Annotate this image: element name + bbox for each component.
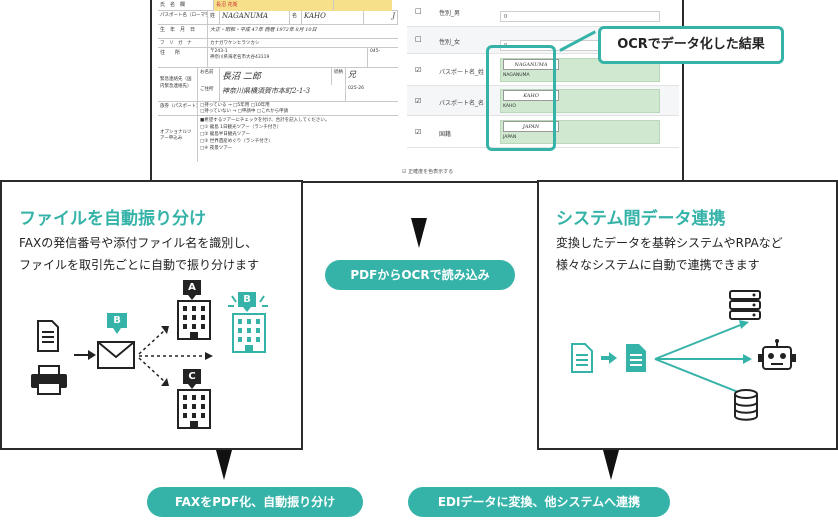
options-header: ■希望するツアーにチェックを付け、合計を記入してください。: [200, 118, 330, 123]
form-label: 緊急連絡先（国内緊急連絡先）: [158, 68, 198, 101]
document-icon: [37, 320, 59, 352]
field-name: パスポート名_名: [439, 100, 485, 107]
field-name: 性別_女: [439, 39, 461, 46]
form-label: お名前: [198, 68, 220, 85]
connector-lines: [654, 320, 752, 398]
building-badge-a: A: [183, 280, 201, 295]
card-desc-line: ファイルを取引先ごとに自動で振り分けます: [19, 258, 260, 272]
down-arrow-right: [603, 450, 619, 480]
card-desc-line: FAXの発信番号や添付ファイル名を識別し、: [19, 236, 258, 250]
form-label: パスポート名（ローマ字）: [158, 11, 208, 24]
tour-item: □② 龍島半日観光ツアー: [200, 132, 250, 137]
document-icon: [571, 343, 593, 373]
arrow-right-icon: [74, 350, 96, 360]
row-checkbox[interactable]: ☑: [415, 97, 421, 105]
form-row-options: オプショナルツアー申込み ■希望するツアーにチェックを付け、合計を記入してくださ…: [158, 116, 398, 162]
data-file-icon: [626, 344, 646, 372]
building-icon: [177, 300, 211, 340]
result-row: □ 性別_男 0: [407, 0, 679, 27]
form-row-passport-status: 旅券（パスポート） □持っている → □5年用 □10年用 □持っていない → …: [158, 102, 398, 116]
form-label: 続柄: [332, 68, 346, 85]
ocr-result-highlight: [486, 45, 556, 151]
tour-item: □③ 世界遺産めぐり（ランチ付き）: [200, 139, 273, 144]
form-row-passport: パスポート名（ローマ字） 姓 NAGANUMA 名 KAHO J: [158, 11, 398, 25]
form-label: 生 年 月 日: [158, 25, 208, 38]
pill-center: PDFからOCRで読み込み: [325, 260, 515, 290]
form-row-furigana: フ リ ガ ナ カナガワケンヒラツカシ: [158, 39, 398, 48]
row-checkbox[interactable]: ☑: [415, 128, 421, 136]
ocr-result-callout: OCRでデータ化した結果: [598, 26, 784, 64]
form-label: 姓: [208, 11, 220, 24]
phone-partial: 045-: [370, 49, 381, 54]
form-value: NAGANUMA: [220, 11, 290, 24]
row-checkbox[interactable]: □: [415, 7, 422, 15]
down-arrow-left: [216, 450, 232, 480]
form-value: 長沼 花衛: [214, 0, 334, 10]
passport-option: □持っていない → □申請中 □これから申請: [200, 109, 289, 114]
card-desc-line: 変換したデータを基幹システムやRPAなど: [556, 236, 783, 250]
building-icon-highlight: [232, 313, 266, 353]
form-label: フ リ ガ ナ: [158, 39, 208, 47]
form-label: オプショナルツアー申込み: [158, 116, 198, 162]
field-value-input[interactable]: 0: [500, 11, 660, 22]
form-value: 兄: [348, 70, 356, 79]
fax-icon: [31, 365, 67, 395]
form-value: 〒243-1 神奈川県海老名市大谷43119: [208, 48, 368, 67]
row-checkbox[interactable]: ☑: [415, 66, 421, 74]
form-value: J: [364, 11, 398, 24]
scanned-form: 氏 名 欄 長沼 花衛 パスポート名（ローマ字） 姓 NAGANUMA 名 KA…: [158, 0, 398, 162]
form-value: ■希望するツアーにチェックを付け、合計を記入してください。 □① 龍島 1日観光…: [198, 116, 398, 162]
form-row-address: 住 所 〒243-1 神奈川県海老名市大谷43119 045-: [158, 48, 398, 68]
form-label: 名: [290, 11, 302, 24]
form-value: 大正・昭和・平成 47年 西暦 1972年 8月 10日: [210, 27, 317, 33]
field-name: パスポート名_姓: [439, 69, 485, 76]
mail-badge: B: [107, 313, 127, 328]
robot-icon: [758, 339, 796, 370]
form-label: 住 所: [158, 48, 208, 67]
database-icon: [734, 389, 758, 421]
card-auto-sort: ファイルを自動振り分け FAXの発信番号や添付ファイル名を識別し、 ファイルを取…: [0, 180, 303, 450]
arrow-right-icon: [601, 352, 617, 364]
server-icon: [729, 290, 761, 320]
form-value: 神奈川県横須賀市本町2-1-3: [220, 85, 346, 102]
badge-pointer: [243, 307, 251, 312]
card-title: ファイルを自動振り分け: [19, 209, 206, 229]
building-badge-b: B: [238, 292, 256, 307]
card-system-integration: システム間データ連携 変換したデータを基幹システムやRPAなど 様々なシステムに…: [537, 180, 838, 450]
postcode: 〒243-1: [210, 49, 228, 54]
address: 神奈川県海老名市大谷43119: [210, 55, 270, 60]
tour-item: □① 龍島 1日観光ツアー（ランチ付き）: [200, 125, 282, 130]
mail-icon: [97, 341, 135, 369]
row-checkbox[interactable]: □: [415, 35, 422, 43]
pill-left: FAXをPDF化、自動振り分け: [147, 487, 363, 517]
down-arrow-center: [411, 218, 427, 248]
form-row-name: 氏 名 欄 長沼 花衛: [158, 0, 398, 11]
building-badge-c: C: [183, 369, 201, 384]
tour-item: □④ 夜景ツアー: [200, 146, 232, 151]
form-value: カナガワケンヒラツカシ: [210, 41, 260, 46]
form-row-birth: 生 年 月 日 大正・昭和・平成 47年 西暦 1972年 8月 10日: [158, 25, 398, 39]
form-label: ご住所: [198, 85, 220, 102]
accuracy-toggle[interactable]: ☑ 正確度を色表示する: [402, 168, 453, 175]
card-title: システム間データ連携: [556, 209, 726, 229]
pill-right: EDIデータに変換、他システムへ連携: [408, 487, 670, 517]
building-icon: [177, 389, 211, 429]
card-desc-line: 様々なシステムに自動で連携できます: [556, 258, 760, 272]
form-label: 旅券（パスポート）: [158, 102, 198, 115]
form-value: KAHO: [302, 11, 364, 24]
field-name: 国籍: [439, 131, 452, 138]
passport-option: □持っている → □5年用 □10年用: [200, 103, 270, 108]
form-value: 長沼 二郎: [220, 68, 332, 85]
form-value: □持っている → □5年用 □10年用 □持っていない → □申請中 □これから…: [198, 102, 398, 115]
form-row-emergency: 緊急連絡先（国内緊急連絡先） お名前 長沼 二郎 続柄 兄 ご住所 神奈川県横須…: [158, 68, 398, 102]
badge-pointer: [113, 328, 121, 334]
form-value: 025-26: [348, 86, 364, 91]
field-name: 性別_男: [439, 10, 461, 17]
form-label: 氏 名 欄: [158, 0, 214, 10]
